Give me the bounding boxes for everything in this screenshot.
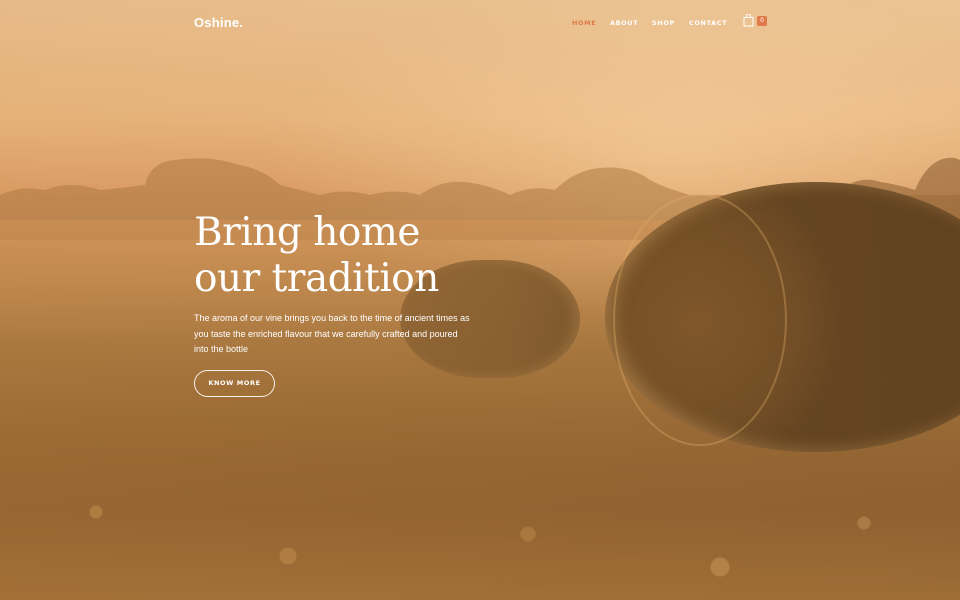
cart-count-badge: 0 [757,16,767,26]
hero-subtext: The aroma of our vine brings you back to… [194,313,470,354]
headline-line-2: our tradition [194,256,439,301]
site-header: Oshine. HOME ABOUT SHOP CONTACT 0 [0,0,960,45]
headline-line-1: Bring home [194,210,420,255]
hero-headline: Bring home our tradition [194,210,574,302]
nav-item-shop[interactable]: SHOP [652,19,675,27]
nav-item-home[interactable]: HOME [572,19,596,27]
cart-button[interactable]: 0 [743,14,769,28]
nav-item-contact[interactable]: CONTACT [689,19,727,27]
shopping-bag-icon [743,14,754,27]
know-more-button[interactable]: KNOW MORE [194,370,275,397]
hero-section: Oshine. HOME ABOUT SHOP CONTACT 0 Bring … [0,0,960,600]
nav-item-about[interactable]: ABOUT [610,19,638,27]
main-nav: HOME ABOUT SHOP CONTACT [0,19,960,29]
